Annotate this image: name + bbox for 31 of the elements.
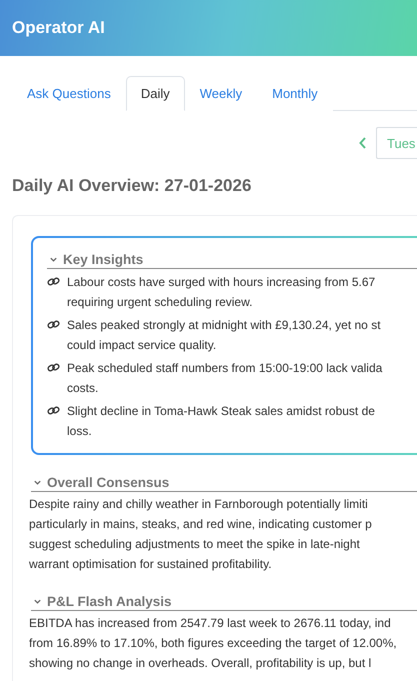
chevron-down-icon xyxy=(33,478,42,487)
section-heading[interactable]: Overall Consensus xyxy=(31,475,417,492)
section-heading[interactable]: P&L Flash Analysis xyxy=(31,594,417,611)
insight-text: loss. xyxy=(67,423,93,440)
link-icon xyxy=(47,319,60,330)
link-icon xyxy=(47,362,60,373)
page-title: Daily AI Overview: 27-01-2026 xyxy=(12,176,252,196)
paragraph-text: EBITDA has increased from 2547.79 last week to 2676.11 today, ind xyxy=(29,615,392,632)
paragraph-text: showing no change in overheads. Overall, profitability is up, but l xyxy=(29,655,372,672)
date-field[interactable]: Tues xyxy=(376,127,417,159)
insight-text: Slight decline in Toma-Hawk Steak sales amidst robust de xyxy=(67,403,375,420)
previous-day-button[interactable] xyxy=(358,136,368,150)
chevron-down-icon xyxy=(49,255,58,264)
paragraph-text: warrant optimisation for sustained profitability. xyxy=(29,556,273,573)
app-title: Operator AI xyxy=(12,18,105,38)
chevron-down-icon xyxy=(33,597,42,606)
insight-text: Labour costs have surged with hours increasing from 5.67 xyxy=(67,274,376,291)
link-icon xyxy=(47,405,60,416)
section-heading[interactable]: Key Insights xyxy=(47,252,417,269)
insight-text: could impact service quality. xyxy=(67,337,218,354)
insight-text: Sales peaked strongly at midnight with £9,130.24, yet no st xyxy=(67,317,381,334)
paragraph-text: Despite rainy and chilly weather in Farnborough potentially limiti xyxy=(29,496,369,513)
tab[interactable]: Daily xyxy=(126,76,185,111)
chevron-left-icon xyxy=(358,136,368,150)
paragraph-text: particularly in mains, steaks, and red wine, indicating customer p xyxy=(29,516,373,533)
paragraph-text: from 16.89% to 17.10%, both figures exceeding the target of 12.00%, xyxy=(29,635,398,652)
insight-text: costs. xyxy=(67,380,100,397)
insight-text: Peak scheduled staff numbers from 15:00-19:00 lack valida xyxy=(67,360,382,377)
insight-text: requiring urgent scheduling review. xyxy=(67,294,254,311)
paragraph-text: suggest scheduling adjustments to meet the spike in late-night xyxy=(29,536,361,553)
link-icon xyxy=(47,276,60,287)
